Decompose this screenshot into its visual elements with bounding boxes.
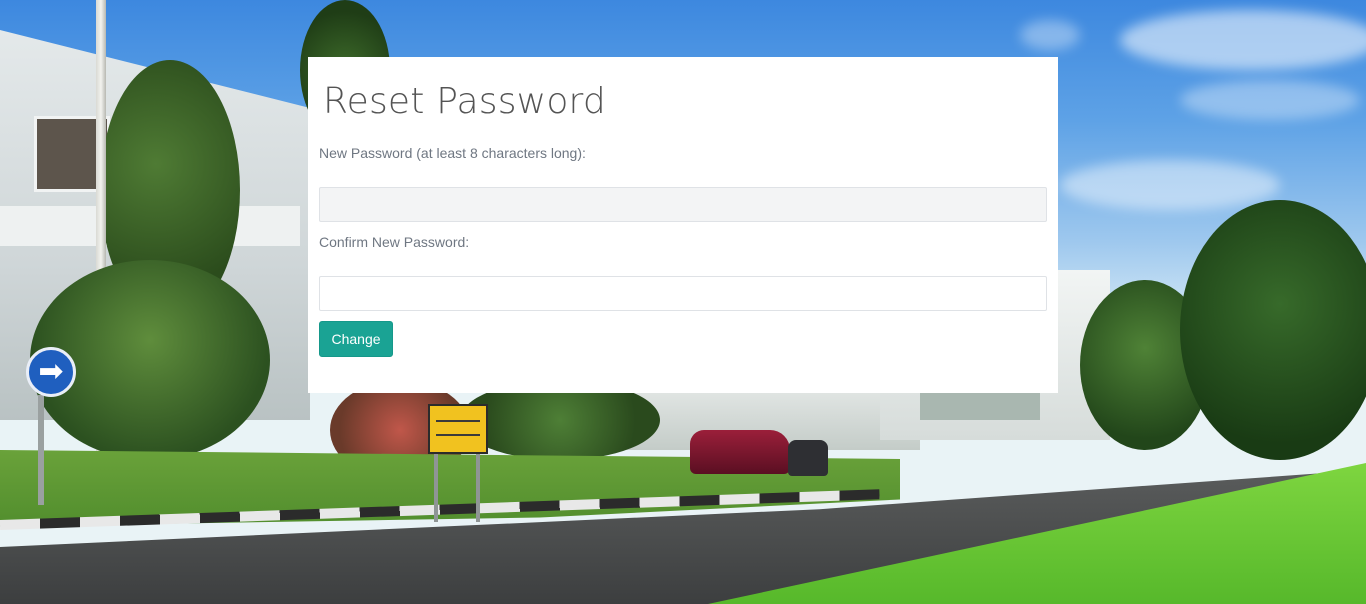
- new-password-label: New Password (at least 8 characters long…: [319, 145, 586, 161]
- page-title: Reset Password: [323, 81, 606, 122]
- new-password-input[interactable]: [319, 187, 1047, 222]
- reset-password-card: Reset Password New Password (at least 8 …: [308, 57, 1058, 393]
- parked-car: [788, 440, 828, 476]
- confirm-password-input[interactable]: [319, 276, 1047, 311]
- parked-car: [690, 430, 790, 474]
- sign-post: [434, 452, 438, 522]
- change-button[interactable]: Change: [319, 321, 393, 357]
- cloud: [1120, 10, 1366, 70]
- arrow-right-icon: ➡: [26, 347, 76, 397]
- cloud: [1060, 160, 1280, 210]
- confirm-password-label: Confirm New Password:: [319, 234, 470, 250]
- sign-post: [476, 452, 480, 522]
- cloud: [1020, 20, 1080, 50]
- sign-post: [38, 395, 44, 505]
- tree: [1180, 200, 1366, 460]
- cloud: [1180, 80, 1360, 120]
- yellow-road-sign: [428, 404, 488, 454]
